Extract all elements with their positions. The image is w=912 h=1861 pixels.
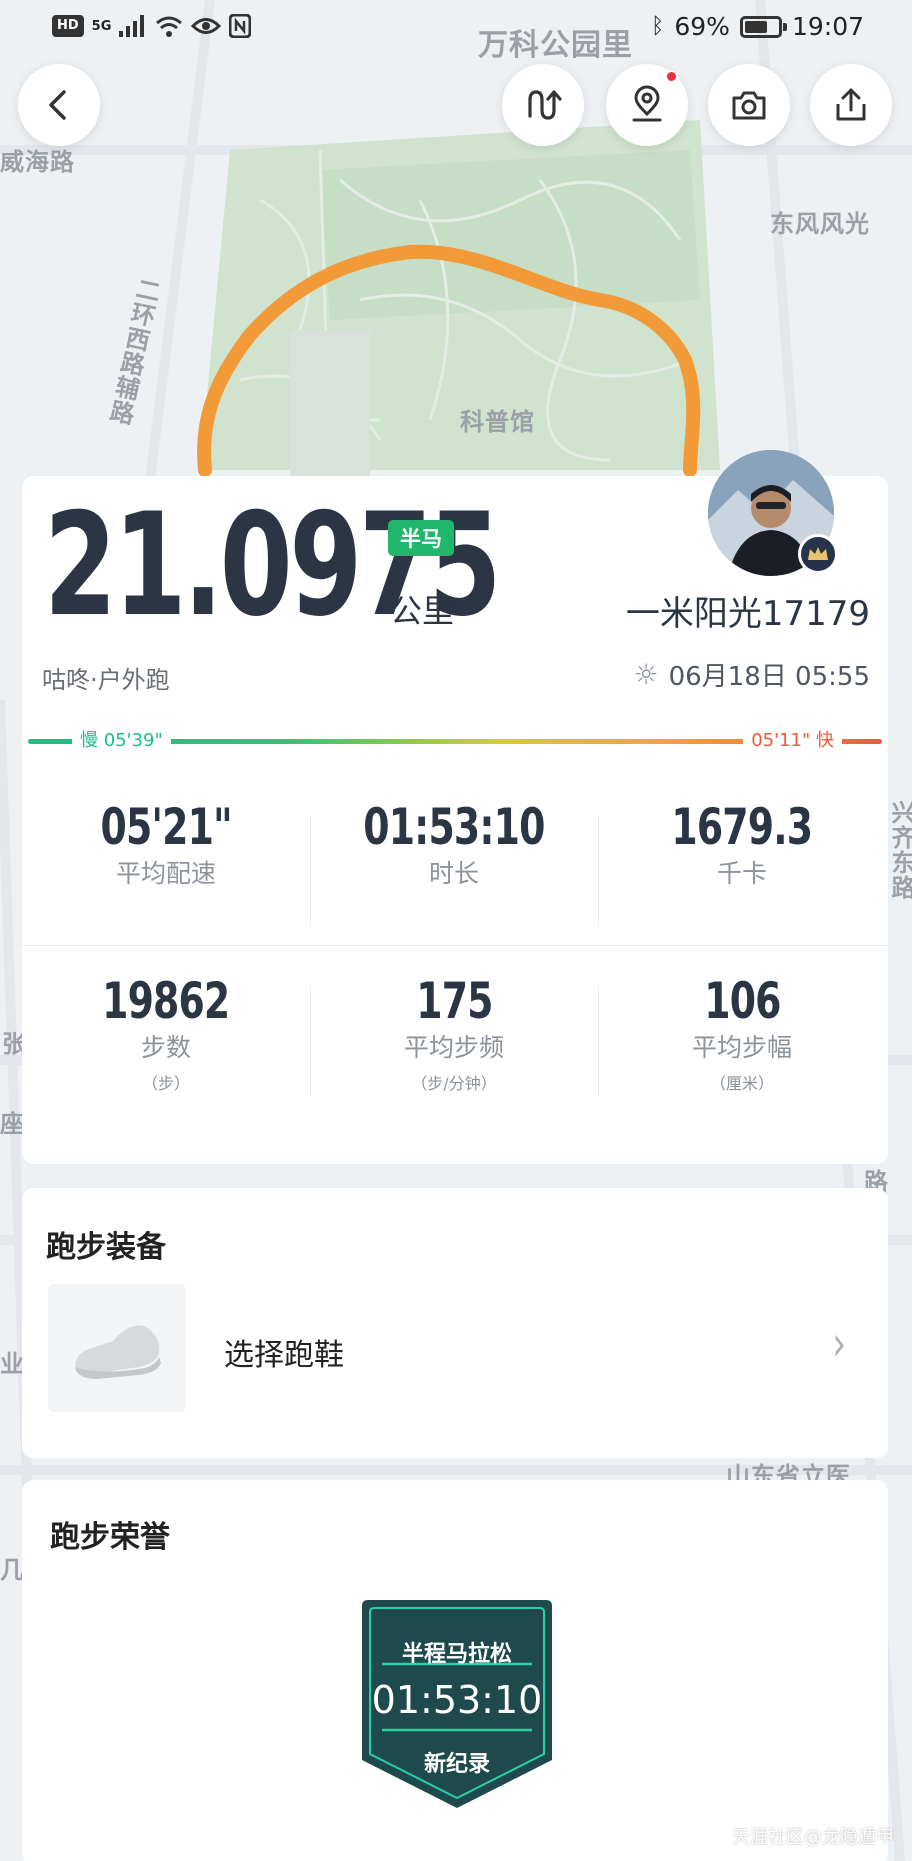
nfc-icon xyxy=(229,14,252,38)
stat-value: 01:53:10 xyxy=(363,798,545,856)
chevron-right-icon[interactable]: › xyxy=(832,1316,846,1372)
running-honor-card: 跑步荣誉 半程马拉松 01:53:10 新纪录 xyxy=(22,1480,888,1861)
stat-value: 106 xyxy=(703,972,781,1030)
status-right: ᛒ 69% 19:07 xyxy=(651,12,864,41)
wifi-icon xyxy=(156,16,183,37)
crown-icon xyxy=(798,534,838,574)
location-button[interactable] xyxy=(606,64,688,146)
stat-label: 千卡 xyxy=(716,859,767,888)
distance-unit: 公里 xyxy=(390,592,455,630)
camera-icon xyxy=(732,91,766,120)
stat-avg-pace: 05'21" 平均配速 xyxy=(22,776,310,945)
share-icon xyxy=(836,88,866,121)
running-gear-card: 跑步装备 选择跑鞋 › xyxy=(22,1188,888,1458)
medal-title: 半程马拉松 xyxy=(401,1642,512,1667)
stat-label: 平均步频 xyxy=(403,1033,504,1062)
status-left: HD 5G xyxy=(52,14,252,38)
chevron-left-icon xyxy=(49,90,66,120)
stat-unit: （步） xyxy=(141,1074,190,1093)
stat-value: 19862 xyxy=(102,972,230,1030)
stat-value: 05'21" xyxy=(100,798,232,856)
stat-label: 平均步幅 xyxy=(691,1033,792,1062)
stat-duration: 01:53:10 时长 xyxy=(310,776,598,945)
battery-fill xyxy=(744,20,768,33)
signal-icon xyxy=(119,15,145,37)
half-marathon-medal[interactable]: 半程马拉松 01:53:10 新纪录 xyxy=(352,1600,562,1810)
stats-row-2: 19862 步数 （步） 175 平均步频 （步/分钟） 106 平均步幅 （厘… xyxy=(22,946,888,1116)
stat-label: 步数 xyxy=(140,1033,191,1062)
running-shoe-icon xyxy=(75,1325,161,1379)
run-datetime-text: 06月18日 05:55 xyxy=(668,662,870,692)
stat-value: 1679.3 xyxy=(671,798,814,856)
location-pin-icon xyxy=(632,85,662,122)
bluetooth-icon: ᛒ xyxy=(651,13,665,39)
stat-label: 时长 xyxy=(428,859,479,888)
clock: 19:07 xyxy=(791,12,864,41)
hd-indicator: HD xyxy=(52,15,84,37)
battery-icon xyxy=(739,15,787,38)
stats-row-1: 05'21" 平均配速 01:53:10 时长 1679.3 千卡 xyxy=(22,776,888,946)
stat-label: 平均配速 xyxy=(115,859,216,888)
route-arrows-icon xyxy=(528,90,562,120)
camera-button[interactable] xyxy=(708,64,790,146)
pace-slow-label: 慢 05'39" xyxy=(72,728,171,754)
map-label-weihai: 威海路 xyxy=(0,148,75,176)
gear-section-title: 跑步装备 xyxy=(46,1230,166,1265)
select-shoe-thumbnail[interactable] xyxy=(48,1284,186,1412)
share-button[interactable] xyxy=(810,64,892,146)
stat-stride: 106 平均步幅 （厘米） xyxy=(598,946,886,1116)
run-summary-card: 21.0975 半马 公里 一米阳光17179 咕咚·户外跑 ☼ 06月18日 … xyxy=(22,450,888,1164)
username[interactable]: 一米阳光17179 xyxy=(626,586,870,635)
pace-fast-label: 05'11" 快 xyxy=(743,728,842,754)
watermark: 天涯社区@龙隐遁甲 xyxy=(732,1827,894,1848)
route-replay-button[interactable] xyxy=(502,64,584,146)
notification-dot xyxy=(665,70,678,83)
map-label-kepu: 科普馆 xyxy=(460,408,535,436)
medal-time: 01:53:10 xyxy=(371,1678,543,1722)
stat-steps: 19862 步数 （步） xyxy=(22,946,310,1116)
stat-calories: 1679.3 千卡 xyxy=(598,776,886,945)
map-label-dongfeng: 东风风光 xyxy=(770,210,870,238)
medal-note: 新纪录 xyxy=(423,1752,490,1777)
pace-gradient-bar: 慢 05'39" 05'11" 快 xyxy=(28,728,882,754)
run-datetime: ☼ 06月18日 05:55 xyxy=(634,656,870,693)
network-type: 5G xyxy=(91,18,112,34)
half-marathon-badge: 半马 xyxy=(388,520,454,556)
stat-value: 175 xyxy=(415,972,493,1030)
sport-type: 咕咚·户外跑 xyxy=(42,666,170,694)
stat-unit: （厘米） xyxy=(709,1074,774,1093)
map-label-xingqi: 兴齐东路 xyxy=(887,800,912,900)
sun-icon: ☼ xyxy=(633,658,659,691)
battery-percent: 69% xyxy=(674,12,730,41)
select-shoe-label[interactable]: 选择跑鞋 xyxy=(224,1330,344,1374)
stat-unit: （步/分钟） xyxy=(411,1074,497,1093)
stat-cadence: 175 平均步频 （步/分钟） xyxy=(310,946,598,1116)
status-bar: HD 5G ᛒ 69% 19:07 xyxy=(0,0,912,60)
back-button[interactable] xyxy=(18,64,100,146)
honor-section-title: 跑步荣誉 xyxy=(50,1520,170,1555)
stats-grid: 05'21" 平均配速 01:53:10 时长 1679.3 千卡 19862 … xyxy=(22,776,888,1116)
eye-icon xyxy=(191,18,222,34)
